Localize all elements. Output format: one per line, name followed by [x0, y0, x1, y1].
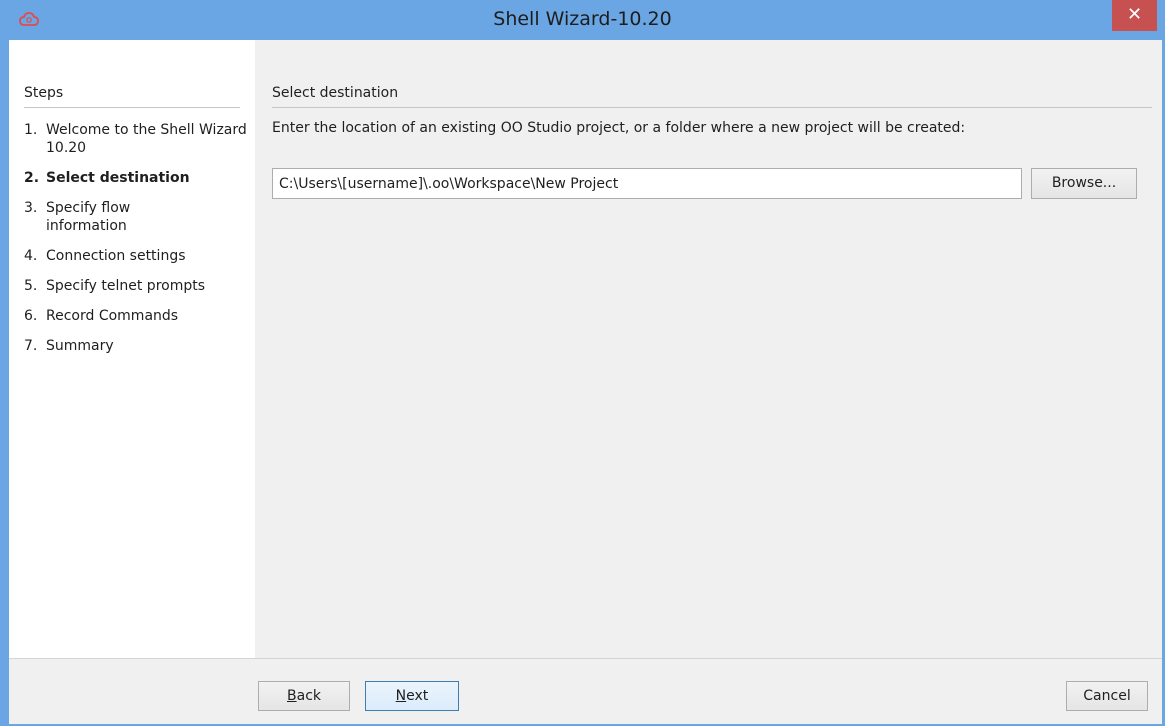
step-number: 1. [24, 122, 38, 138]
step-label: Welcome to the Shell Wizard 10.20 [46, 122, 247, 156]
step-item-flow-information: 3. Specify flow information [24, 199, 254, 235]
next-label-rest: ext [406, 688, 429, 704]
back-button[interactable]: Back [258, 681, 350, 711]
step-label: Connection settings [46, 248, 186, 264]
step-number: 6. [24, 308, 38, 324]
window-title: Shell Wizard-10.20 [493, 8, 672, 30]
destination-path-input[interactable] [272, 168, 1022, 199]
step-number: 2. [24, 170, 40, 186]
close-button[interactable]: ✕ [1112, 0, 1157, 31]
title-bar[interactable]: Shell Wizard-10.20 ✕ [0, 0, 1165, 40]
step-label: Specify telnet prompts [46, 278, 206, 294]
step-item-telnet-prompts: 5. Specify telnet prompts [24, 277, 254, 295]
step-item-record-commands: 6. Record Commands [24, 307, 254, 325]
next-button[interactable]: Next [365, 681, 459, 711]
step-number: 4. [24, 248, 38, 264]
step-label: Summary [46, 338, 114, 354]
cancel-button[interactable]: Cancel [1066, 681, 1148, 711]
wizard-client-area: Steps 1. Welcome to the Shell Wizard 10.… [9, 40, 1162, 724]
steps-pane: Steps 1. Welcome to the Shell Wizard 10.… [9, 40, 255, 658]
step-label: Specify flow information [46, 200, 131, 234]
step-item-welcome: 1. Welcome to the Shell Wizard 10.20 [24, 121, 254, 157]
step-number: 5. [24, 278, 38, 294]
main-pane: Select destination Enter the location of… [255, 40, 1162, 658]
step-number: 7. [24, 338, 38, 354]
step-label: Select destination [46, 170, 190, 186]
close-icon: ✕ [1126, 4, 1143, 25]
step-label: Record Commands [46, 308, 179, 324]
step-item-select-destination: 2. Select destination [24, 169, 254, 187]
step-item-connection-settings: 4. Connection settings [24, 247, 254, 265]
next-mnemonic: N [395, 688, 407, 704]
steps-list: 1. Welcome to the Shell Wizard 10.20 2. … [24, 121, 254, 367]
section-title: Select destination [272, 85, 1152, 108]
step-item-summary: 7. Summary [24, 337, 254, 355]
back-mnemonic: B [287, 688, 297, 704]
steps-header: Steps [24, 85, 240, 108]
footer-divider [9, 658, 1162, 659]
wizard-window: Shell Wizard-10.20 ✕ Steps 1. Welcome to… [0, 0, 1165, 726]
step-number: 3. [24, 200, 38, 216]
instructions-text: Enter the location of an existing OO Stu… [272, 120, 966, 136]
browse-button[interactable]: Browse... [1031, 168, 1137, 199]
back-label-rest: ack [296, 688, 321, 704]
